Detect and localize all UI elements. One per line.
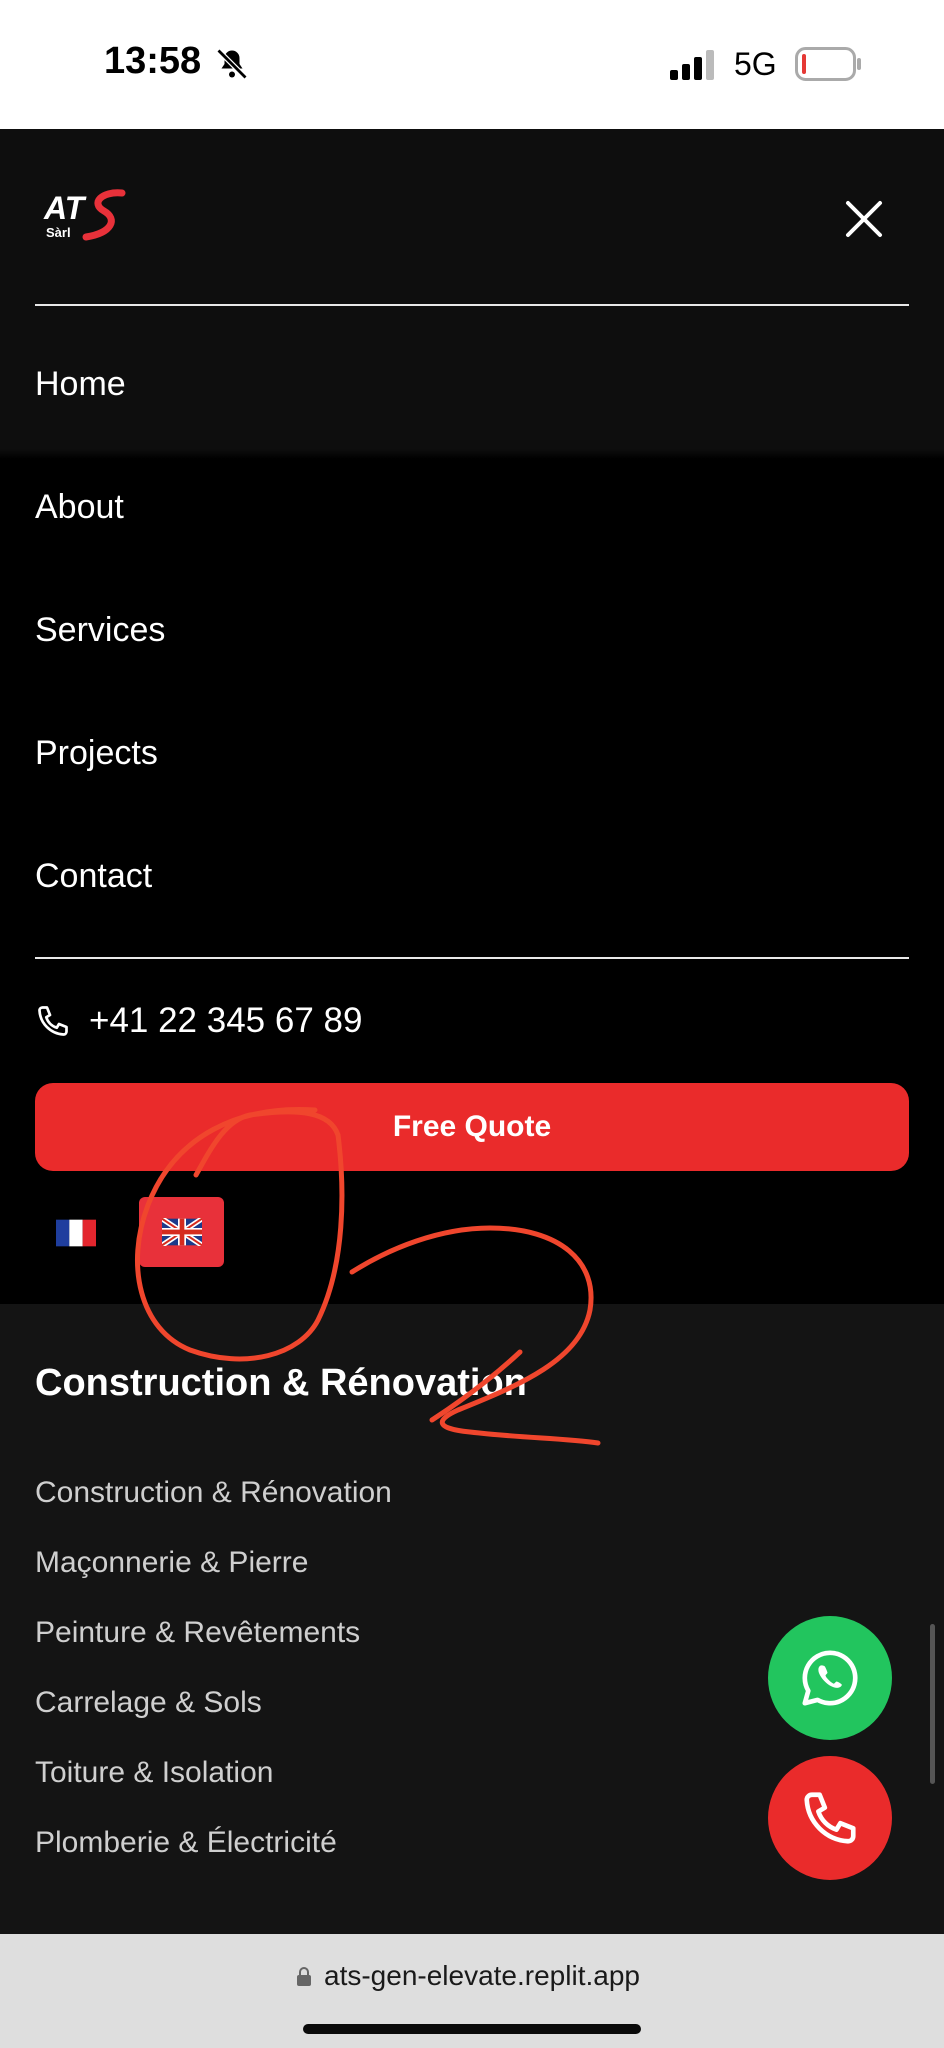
browser-address-bar[interactable]: ats-gen-elevate.replit.app [0, 1934, 944, 2048]
phone-icon [804, 1792, 856, 1844]
whatsapp-icon [802, 1650, 858, 1706]
phone-link[interactable]: +41 22 345 67 89 [35, 999, 362, 1043]
free-quote-button[interactable]: Free Quote [35, 1083, 909, 1171]
nav-item-projects[interactable]: Projects [35, 734, 158, 773]
call-button[interactable] [768, 1756, 892, 1880]
scrollbar[interactable] [930, 1624, 935, 1784]
bell-off-icon [216, 48, 248, 80]
english-language-button[interactable] [139, 1197, 224, 1267]
svg-text:Sàrl: Sàrl [46, 225, 71, 240]
service-link[interactable]: Peinture & Revêtements [35, 1616, 360, 1650]
service-link[interactable]: Toiture & Isolation [35, 1756, 273, 1790]
nav-item-home[interactable]: Home [35, 365, 126, 404]
footer-services-title: Construction & Rénovation [35, 1362, 527, 1404]
status-time: 13:58 [104, 40, 202, 82]
home-indicator[interactable] [303, 2024, 641, 2034]
nav-item-services[interactable]: Services [35, 611, 165, 650]
service-link[interactable]: Maçonnerie & Pierre [35, 1546, 308, 1580]
nav-item-about[interactable]: About [35, 488, 124, 527]
url-text: ats-gen-elevate.replit.app [324, 1960, 640, 1991]
network-type: 5G [734, 46, 777, 82]
lock-icon [297, 1967, 311, 1986]
uk-flag-icon [161, 1218, 202, 1246]
phone-icon [38, 1006, 68, 1036]
mobile-nav-menu: AT Sàrl Home About Services Projects Con… [0, 129, 944, 1304]
service-link[interactable]: Construction & Rénovation [35, 1476, 392, 1510]
service-link[interactable]: Carrelage & Sols [35, 1686, 262, 1720]
phone-number: +41 22 345 67 89 [89, 1001, 363, 1040]
nav-item-contact[interactable]: Contact [35, 857, 152, 896]
french-flag-icon[interactable] [56, 1219, 96, 1247]
ats-logo[interactable]: AT Sàrl [42, 187, 134, 243]
service-link[interactable]: Plomberie & Électricité [35, 1826, 337, 1860]
status-bar: 13:58 5G [0, 0, 944, 129]
menu-divider-top [35, 304, 909, 306]
battery-icon [795, 47, 861, 81]
whatsapp-button[interactable] [768, 1616, 892, 1740]
close-icon[interactable] [842, 197, 886, 241]
signal-icon [670, 50, 714, 80]
menu-divider-bottom [35, 957, 909, 959]
svg-text:AT: AT [43, 190, 87, 226]
